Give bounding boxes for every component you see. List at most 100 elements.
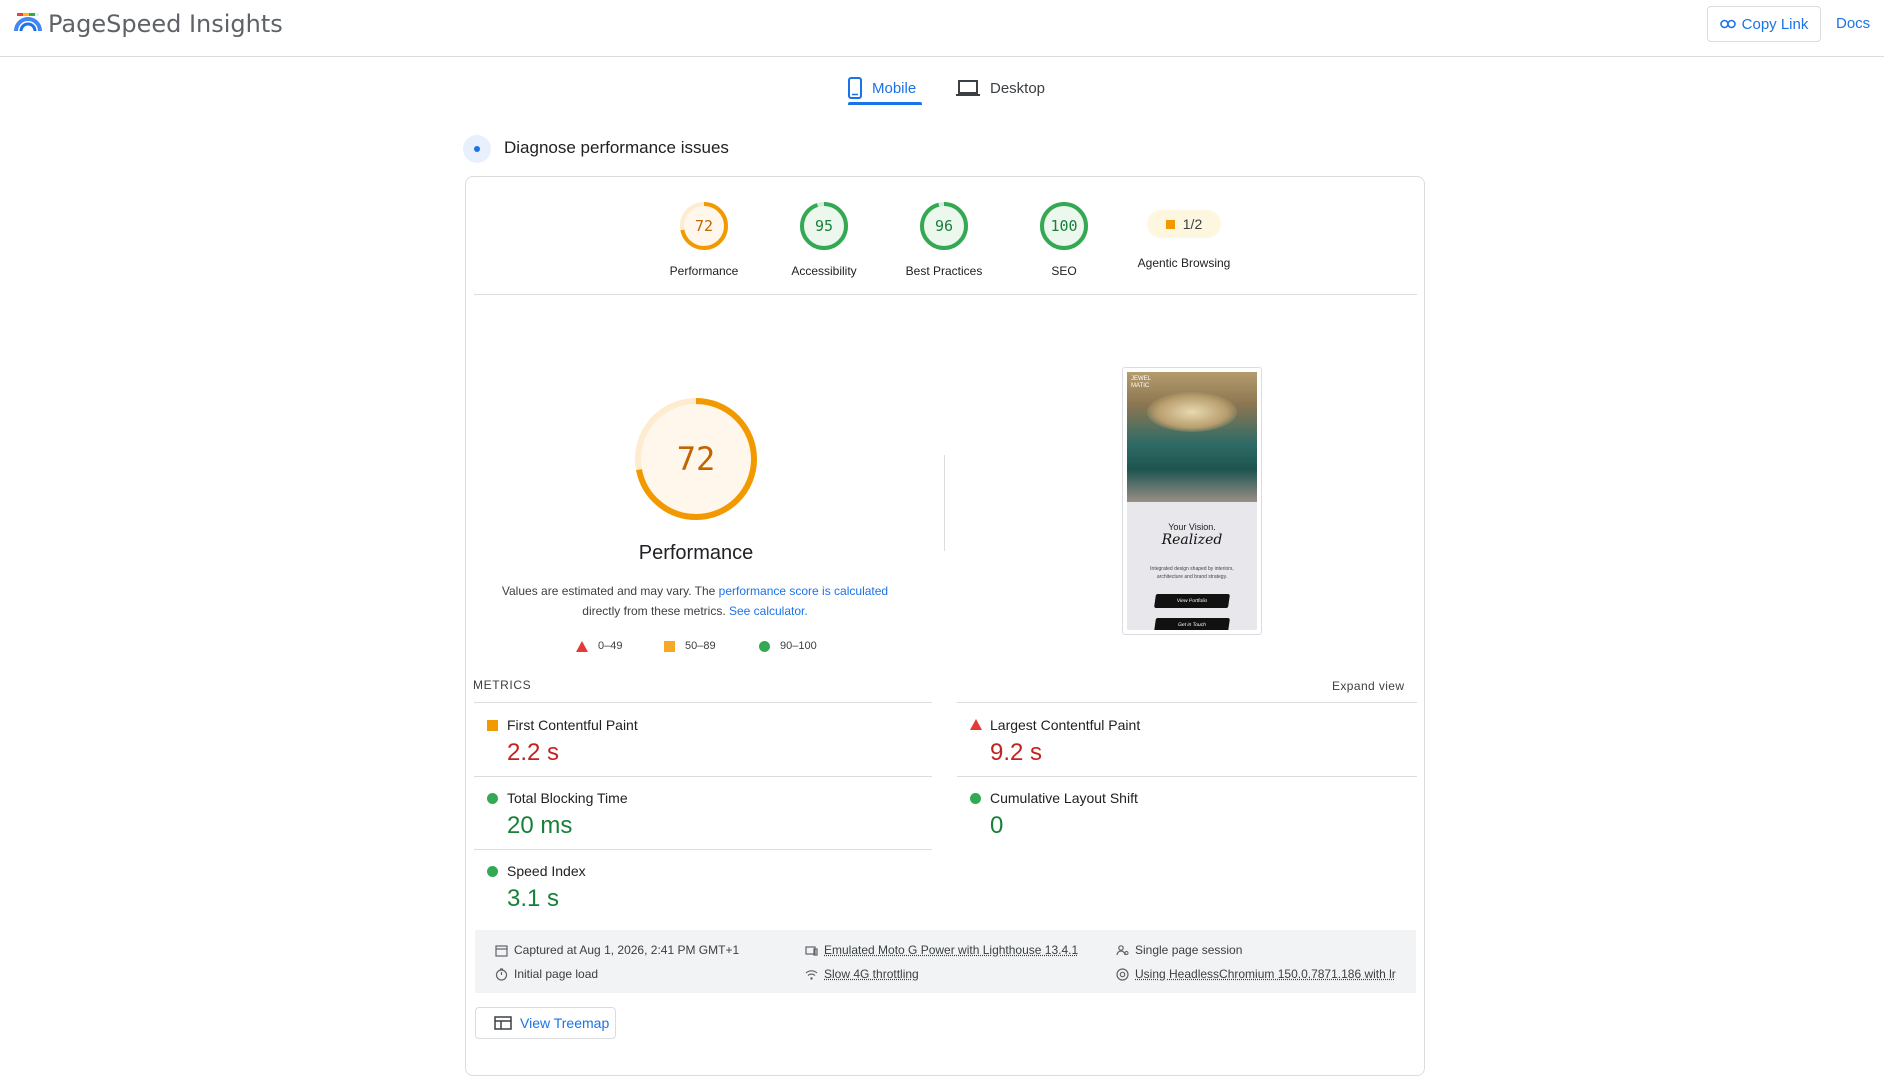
screenshot-logo: JEWEL MATIC (1131, 376, 1152, 389)
devices-icon (805, 945, 818, 956)
metric-value: 3.1 s (507, 885, 560, 912)
category-best-practices[interactable]: 96 Best Practices (884, 200, 1004, 278)
poor-triangle-icon (576, 640, 588, 652)
metric-name: Total Blocking Time (507, 790, 628, 806)
category-agentic-browsing[interactable]: 1/2 Agentic Browsing (1124, 200, 1244, 270)
calendar-icon (495, 944, 508, 957)
metric-value: 2.2 s (507, 739, 560, 766)
active-tab-indicator (848, 102, 922, 105)
best-practices-score: 96 (935, 217, 953, 235)
category-seo[interactable]: 100 SEO (1004, 200, 1124, 278)
legend-good: 90–100 (759, 640, 817, 652)
screenshot-content: JEWEL MATIC Your Vision. Realized Integr… (1127, 372, 1257, 630)
performance-big-score: 72 (677, 440, 716, 478)
top-bar: PageSpeed Insights Copy Link Docs (0, 0, 1884, 57)
legend-average-label: 50–89 (685, 640, 716, 652)
performance-gauge: 72 (680, 202, 728, 250)
note-text-2: directly from these metrics. (582, 604, 729, 618)
performance-big-gauge: 72 (635, 398, 757, 520)
screenshot-script: Realized (1161, 532, 1223, 548)
info-browser[interactable]: Using HeadlessChromium 150.0.7871.186 wi… (1116, 967, 1396, 981)
metric-name: First Contentful Paint (507, 717, 638, 733)
mobile-phone-icon (848, 77, 862, 99)
final-screenshot[interactable]: JEWEL MATIC Your Vision. Realized Integr… (1122, 367, 1262, 635)
good-circle-icon (970, 793, 981, 804)
agentic-badge: 1/2 (1147, 210, 1221, 238)
accessibility-label: Accessibility (791, 264, 857, 278)
info-throttling[interactable]: Slow 4G throttling (805, 967, 919, 981)
performance-title: Performance (638, 542, 754, 564)
average-square-icon (1165, 219, 1175, 229)
screenshot-button-contact: Get in Touch (1154, 618, 1230, 630)
tab-mobile-label: Mobile (872, 79, 917, 97)
link-icon (1719, 19, 1736, 29)
tab-desktop-label: Desktop (990, 79, 1046, 97)
metric-name: Largest Contentful Paint (990, 717, 1141, 733)
metric-divider (474, 849, 932, 850)
wifi-icon (805, 969, 818, 980)
metric-name: Cumulative Layout Shift (990, 790, 1138, 806)
best-practices-gauge: 96 (920, 202, 968, 250)
pagespeed-logo-icon[interactable] (14, 11, 42, 35)
average-square-icon (664, 640, 675, 652)
legend-poor: 0–49 (576, 640, 622, 652)
tab-desktop[interactable]: Desktop (956, 70, 1045, 106)
seo-score: 100 (1050, 217, 1077, 235)
accessibility-gauge: 95 (800, 202, 848, 250)
docs-link[interactable]: Docs (1836, 15, 1870, 32)
see-calculator-link[interactable]: See calculator. (729, 604, 808, 618)
treemap-icon (494, 1016, 512, 1030)
metric-value: 0 (990, 812, 1004, 839)
app-title[interactable]: PageSpeed Insights (48, 10, 283, 38)
view-treemap-button[interactable]: View Treemap (475, 1007, 616, 1039)
category-performance[interactable]: 72 Performance (644, 200, 764, 278)
score-note: Values are estimated and may vary. The p… (495, 581, 895, 621)
divider (474, 294, 1417, 295)
metric-name: Speed Index (507, 863, 586, 879)
best-practices-label: Best Practices (905, 264, 983, 278)
vertical-divider (944, 455, 945, 551)
screenshot-heading: Your Vision. (1168, 522, 1216, 532)
info-page-load: Initial page load (495, 967, 598, 981)
info-captured: Captured at Aug 1, 2026, 2:41 PM GMT+1 (495, 943, 739, 957)
good-circle-icon (487, 866, 498, 877)
info-session: Single page session (1116, 943, 1242, 957)
good-circle-icon (759, 640, 770, 652)
poor-triangle-icon (970, 719, 982, 730)
metric-divider (957, 702, 1417, 703)
copy-link-button[interactable]: Copy Link (1707, 6, 1821, 42)
seo-gauge: 100 (1040, 202, 1088, 250)
timer-icon (495, 967, 508, 981)
legend-poor-label: 0–49 (598, 640, 623, 652)
chrome-icon (1116, 967, 1129, 981)
performance-label: Performance (669, 264, 739, 278)
screenshot-button-portfolio: View Portfolio (1154, 594, 1230, 608)
legend-good-label: 90–100 (780, 640, 817, 652)
tab-mobile[interactable]: Mobile (848, 70, 916, 106)
performance-calculated-link[interactable]: performance score is calculated (719, 584, 888, 598)
good-circle-icon (487, 793, 498, 804)
average-square-icon (487, 720, 498, 731)
expand-view-toggle[interactable]: Expand view (1332, 679, 1404, 693)
screenshot-hero-image (1127, 372, 1257, 502)
note-text-1: Values are estimated and may vary. The (501, 584, 719, 598)
metrics-heading: METRICS (473, 678, 532, 692)
performance-score: 72 (695, 217, 713, 235)
legend-average: 50–89 (664, 640, 716, 652)
seo-label: SEO (1051, 264, 1077, 278)
metric-divider (474, 702, 932, 703)
diagnose-title: Diagnose performance issues (504, 138, 729, 157)
info-device[interactable]: Emulated Moto G Power with Lighthouse 13… (805, 943, 1078, 957)
agentic-label: Agentic Browsing (1137, 256, 1231, 270)
metric-value: 9.2 s (990, 739, 1043, 766)
diagnose-icon (463, 135, 491, 163)
copy-link-label: Copy Link (1741, 15, 1809, 33)
laptop-icon (956, 80, 980, 96)
view-treemap-label: View Treemap (520, 1015, 610, 1031)
accessibility-score: 95 (815, 217, 833, 235)
category-accessibility[interactable]: 95 Accessibility (764, 200, 884, 278)
person-icon (1116, 944, 1129, 955)
metric-value: 20 ms (507, 812, 573, 839)
metric-divider (474, 776, 932, 777)
screenshot-tagline: Integrated design shaped by interiors, a… (1150, 566, 1234, 580)
